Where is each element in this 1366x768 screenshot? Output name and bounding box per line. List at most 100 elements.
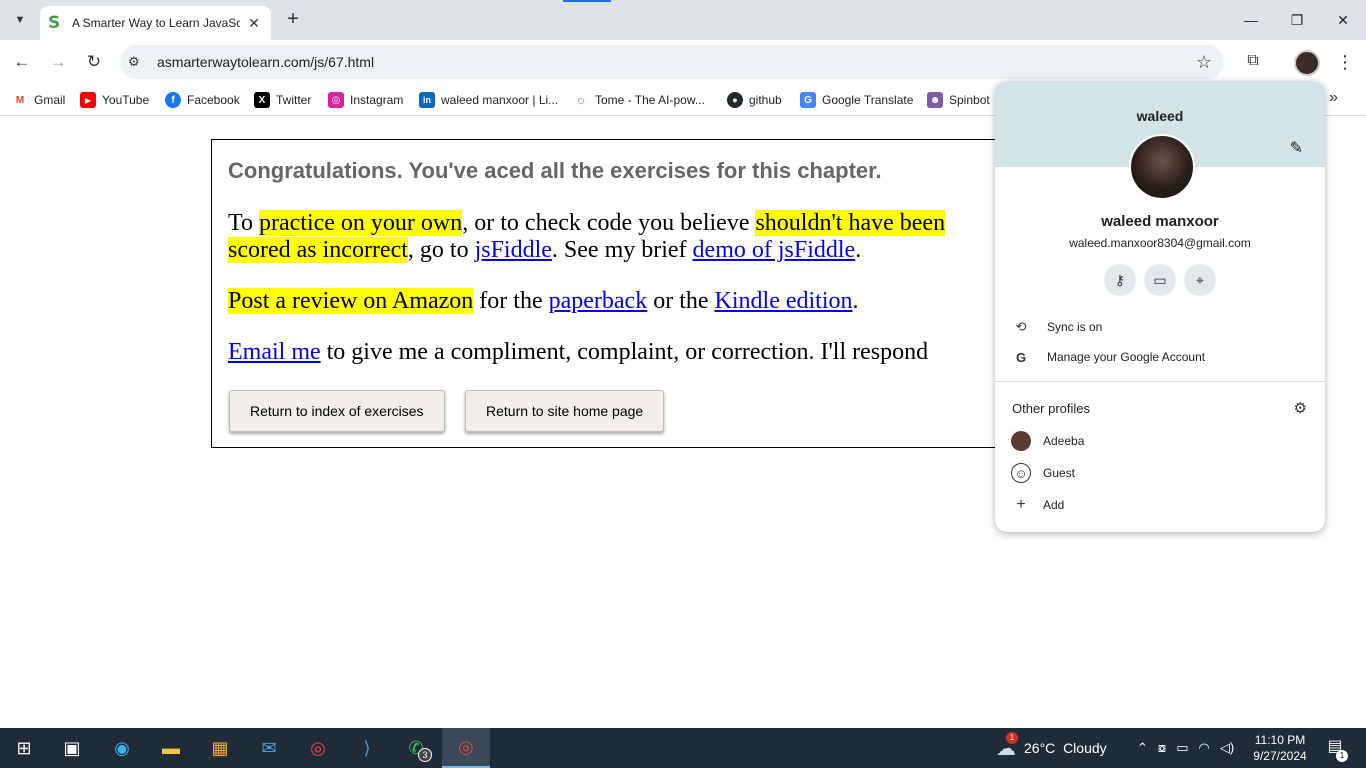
weather-alert-badge: 1 bbox=[1006, 731, 1018, 744]
jsfiddle-demo-link[interactable]: demo of jsFiddle bbox=[693, 237, 856, 263]
tab-strip: ▼ S A Smarter Way to Learn JavaScript ✕ … bbox=[0, 0, 1366, 40]
arrow-left-icon: ← bbox=[13, 52, 31, 71]
email-paragraph: Email me to give me a compliment, compla… bbox=[228, 339, 928, 366]
clock-date: 9/27/2024 bbox=[1253, 749, 1307, 763]
tome-icon: ○ bbox=[576, 92, 586, 108]
add-profile-row[interactable]: + Add bbox=[1011, 493, 1064, 517]
site-info-icon[interactable]: ⚙ bbox=[128, 54, 144, 70]
temperature-text: 26°C bbox=[1024, 740, 1056, 756]
manage-account-row[interactable]: G Manage your Google Account bbox=[1011, 345, 1205, 369]
linkedin-icon: in bbox=[419, 92, 435, 108]
store-bag-icon: ▦ bbox=[211, 737, 229, 758]
password-key-icon[interactable]: ⚷ bbox=[1104, 264, 1136, 296]
profile-label: Guest bbox=[1043, 466, 1076, 480]
bookmark-star-icon[interactable]: ☆ bbox=[1196, 52, 1212, 73]
url-text[interactable]: asmarterwaytolearn.com/js/67.html bbox=[157, 54, 374, 70]
highlight-text: shouldn't have been bbox=[755, 210, 946, 236]
chevron-up-icon[interactable]: ⌃ bbox=[1137, 740, 1148, 756]
highlight-text: Post a review on Amazon bbox=[228, 288, 474, 314]
back-button[interactable]: ← bbox=[8, 48, 36, 76]
weather-condition-text: Cloudy bbox=[1063, 740, 1107, 756]
meet-now-icon[interactable]: ⧇ bbox=[1158, 740, 1166, 756]
manage-profiles-gear-icon[interactable]: ⚙ bbox=[1294, 399, 1307, 417]
profile-menu-popup: waleed ✎ waleed manxoor waleed.manxoor83… bbox=[995, 81, 1325, 532]
gmail-icon: M bbox=[15, 94, 25, 106]
bookmark-instagram[interactable]: ◎ Instagram bbox=[328, 91, 403, 109]
taskbar-mail[interactable]: ✉ bbox=[245, 728, 293, 768]
taskbar-store[interactable]: ▦ bbox=[196, 728, 244, 768]
forward-button[interactable]: → bbox=[44, 48, 72, 76]
wifi-icon[interactable]: ◠ bbox=[1198, 740, 1209, 756]
bookmark-github[interactable]: ● github bbox=[727, 91, 782, 109]
menu-kebab-icon[interactable]: ⋮ bbox=[1336, 50, 1354, 74]
review-paragraph: Post a review on Amazon for the paperbac… bbox=[228, 288, 859, 315]
taskbar-chrome-active[interactable]: ◎ bbox=[442, 728, 490, 768]
paperback-link[interactable]: paperback bbox=[549, 288, 648, 314]
close-tab-icon[interactable]: ✕ bbox=[246, 15, 262, 31]
bookmark-facebook[interactable]: f Facebook bbox=[165, 91, 240, 109]
account-full-name: waleed manxoor bbox=[1101, 213, 1219, 230]
clock[interactable]: 11:10 PM 9/27/2024 bbox=[1248, 732, 1312, 764]
profile-name-heading: waleed bbox=[1136, 108, 1184, 124]
email-me-link[interactable]: Email me bbox=[228, 339, 321, 365]
whatsapp-badge: 3 bbox=[418, 748, 432, 762]
jsfiddle-link[interactable]: jsFiddle bbox=[475, 237, 552, 263]
instagram-icon: ◎ bbox=[328, 92, 344, 108]
edit-pencil-icon[interactable]: ✎ bbox=[1290, 138, 1303, 158]
text: To bbox=[228, 210, 259, 236]
return-to-index-button[interactable]: Return to index of exercises bbox=[229, 390, 445, 432]
mail-envelope-icon: ✉ bbox=[261, 737, 277, 758]
tab-active[interactable]: S A Smarter Way to Learn JavaScript ✕ bbox=[40, 6, 271, 40]
reload-button[interactable]: ↻ bbox=[80, 48, 108, 76]
text: for the bbox=[473, 288, 549, 314]
payment-card-icon[interactable]: ▭ bbox=[1144, 264, 1176, 296]
taskbar-chrome[interactable]: ◎ bbox=[294, 728, 342, 768]
arrow-right-icon: → bbox=[49, 52, 67, 71]
highlight-text: scored as incorrect bbox=[228, 237, 408, 263]
folder-icon: ▬ bbox=[162, 737, 180, 758]
bookmark-tome[interactable]: ○ Tome - The AI-pow... bbox=[573, 91, 705, 109]
taskbar-file-explorer[interactable]: ▬ bbox=[147, 728, 195, 768]
restore-button[interactable]: ❐ bbox=[1274, 0, 1320, 40]
location-pin-icon[interactable]: ⌖ bbox=[1184, 264, 1216, 296]
other-profiles-heading: Other profiles bbox=[1012, 401, 1091, 416]
bookmark-gmail[interactable]: M Gmail bbox=[12, 91, 66, 109]
minimize-button[interactable]: — bbox=[1228, 0, 1274, 40]
x-twitter-icon: X bbox=[254, 92, 270, 108]
battery-icon[interactable]: ▭ bbox=[1176, 740, 1188, 756]
taskbar-edge[interactable]: ◉ bbox=[98, 728, 146, 768]
task-view-button[interactable]: ▣ bbox=[48, 728, 96, 768]
bookmark-spinbot[interactable]: ☻ Spinbot bbox=[927, 91, 990, 109]
tab-search-button[interactable]: ▼ bbox=[8, 8, 32, 32]
chevron-down-icon: ▼ bbox=[14, 14, 26, 26]
weather-widget[interactable]: ☁ 1 26°C Cloudy bbox=[996, 728, 1107, 768]
adeeba-avatar bbox=[1011, 431, 1031, 451]
bookmark-twitter[interactable]: X Twitter bbox=[254, 91, 311, 109]
volume-icon[interactable]: ◁) bbox=[1220, 740, 1234, 756]
kindle-edition-link[interactable]: Kindle edition bbox=[715, 288, 853, 314]
text: , go to bbox=[407, 237, 475, 263]
bookmark-google-translate[interactable]: G Google Translate bbox=[800, 91, 913, 109]
taskbar-vscode[interactable]: ⟩ bbox=[343, 728, 391, 768]
close-window-button[interactable]: ✕ bbox=[1320, 0, 1366, 40]
bookmark-youtube[interactable]: ▶ YouTube bbox=[80, 91, 149, 109]
congratulations-heading: Congratulations. You've aced all the exe… bbox=[228, 158, 882, 183]
taskbar-whatsapp[interactable]: ✆ 3 bbox=[392, 728, 440, 768]
more-bookmarks-icon[interactable]: » bbox=[1329, 89, 1338, 107]
profile-item-guest[interactable]: ☺ Guest bbox=[1011, 461, 1075, 485]
profile-avatar-button[interactable] bbox=[1294, 50, 1320, 76]
address-bar[interactable]: ⚙ asmarterwaytolearn.com/js/67.html ☆ bbox=[120, 45, 1224, 79]
notifications-button[interactable]: ▤ 1 bbox=[1322, 736, 1348, 762]
bookmark-label: Gmail bbox=[34, 93, 66, 107]
return-to-home-button[interactable]: Return to site home page bbox=[465, 390, 665, 432]
bookmark-label: github bbox=[749, 93, 782, 107]
chrome-icon: ◎ bbox=[310, 737, 326, 758]
bookmark-linkedin[interactable]: in waleed manxoor | Li... bbox=[419, 91, 558, 109]
exercise-complete-box: Congratulations. You've aced all the exe… bbox=[211, 139, 1011, 448]
new-tab-button[interactable]: + bbox=[282, 9, 304, 31]
windows-logo-icon: ⊞ bbox=[16, 737, 32, 758]
sync-status-row[interactable]: ⟲ Sync is on bbox=[1011, 315, 1103, 339]
extensions-puzzle-icon[interactable]: ⧉ bbox=[1242, 52, 1264, 74]
start-button[interactable]: ⊞ bbox=[0, 728, 48, 768]
profile-item-adeeba[interactable]: Adeeba bbox=[1011, 429, 1084, 453]
